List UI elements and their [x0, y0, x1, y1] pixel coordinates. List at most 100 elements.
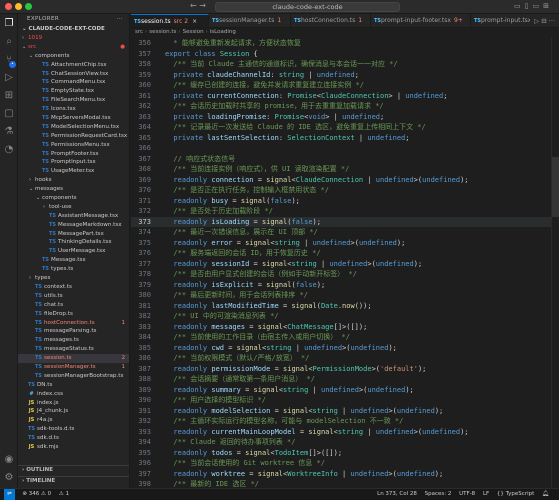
code-line[interactable]: 358 /** 当前 Claude 主通信的通道标识，确保消息与本会话一一对应 … — [131, 59, 551, 70]
remote-explorer-icon[interactable]: ▢ — [3, 108, 15, 120]
code-line[interactable]: 359 private claudeChannelId: string | un… — [131, 70, 551, 81]
code-line[interactable]: 364 /** 记录最近一次发送给 Claude 的 IDE 选区，避免重复上传… — [131, 122, 551, 133]
code-line[interactable]: 374 /** 最近一次错误信息，展示在 UI 顶部 */ — [131, 227, 551, 238]
file-item[interactable]: TS sdk-tools.d.ts — [18, 425, 129, 434]
file-item[interactable]: TS AssistantMessage.tsx — [18, 212, 129, 221]
code-line[interactable]: 379 readonly isExplicit = signal(false); — [131, 280, 551, 291]
folder-item[interactable]: › types — [18, 274, 129, 283]
file-item[interactable]: TS McpServersModal.tsx — [18, 114, 129, 123]
code-line[interactable]: 380 /** 最后更新时间，用于会话列表排序 */ — [131, 290, 551, 301]
cursor-position[interactable]: Ln 373, Col 28 — [377, 491, 417, 497]
encoding[interactable]: UTF-8 — [459, 491, 475, 497]
zoom-window-button[interactable] — [25, 3, 32, 10]
code-line[interactable]: 365 private lastSentSelection: Selection… — [131, 133, 551, 144]
close-window-button[interactable] — [5, 3, 12, 10]
code-line[interactable]: 397 readonly worktree = signal<WorktreeI… — [131, 469, 551, 480]
close-tab-icon[interactable]: × — [192, 18, 197, 25]
code-line[interactable]: 393 readonly currentMainLoopModel = sign… — [131, 427, 551, 438]
code-line[interactable]: 394 /** Claude 返回的待办事项列表 */ — [131, 437, 551, 448]
workspace-root[interactable]: ⌄ CLAUDE-CODE-EXT-CODE — [18, 25, 129, 34]
layout-icons[interactable]: ▭▯▭⊞ — [514, 2, 553, 10]
file-item[interactable]: TS fileDrop.ts — [18, 310, 129, 319]
file-item[interactable]: TS PermissionRequestCard.tsx — [18, 132, 129, 141]
folder-item[interactable]: › tool-use — [18, 203, 129, 212]
code-line[interactable]: 369 readonly connection = signal<ClaudeC… — [131, 175, 551, 186]
warnings-status[interactable]: ⚠ 1 — [59, 491, 69, 497]
code-line[interactable]: 390 /** 用户选择的模型标识 */ — [131, 395, 551, 406]
extensions-icon[interactable]: ⊞ — [3, 90, 15, 102]
folder-item[interactable]: › 1019 — [18, 34, 129, 43]
explorer-icon[interactable]: ❐ — [3, 18, 15, 30]
code-line[interactable]: 392 /** 主循环实际运行的模型名称，可能与 modelSelection … — [131, 416, 551, 427]
code-line[interactable]: 356 * 能够避免重新发起请求，方便状态恢复 — [131, 38, 551, 49]
code-line[interactable]: 362 /** 会话历史加载时共享的 promise，用于去重重复加载请求 */ — [131, 101, 551, 112]
file-item[interactable]: TS messageStatus.ts — [18, 345, 129, 354]
code-line[interactable]: 371 readonly busy = signal(false); — [131, 196, 551, 207]
folder-item[interactable]: ⌄ src ● — [18, 43, 129, 52]
chat-icon[interactable]: ◔ — [3, 144, 15, 156]
bell-icon[interactable]: 🔔︎ — [542, 491, 549, 497]
breadcrumb-item[interactable]: session.ts — [149, 29, 176, 35]
file-item[interactable]: TS FileSearchMenu.tsx — [18, 96, 129, 105]
file-item[interactable]: TS chat.ts — [18, 301, 129, 310]
more-actions-icon[interactable]: ··· — [117, 14, 123, 25]
file-item[interactable]: TS Icons.tsx — [18, 105, 129, 114]
code-line[interactable]: 383 readonly messages = signal<ChatMessa… — [131, 322, 551, 333]
editor-tab[interactable]: TS hostConnection.ts 1 — [291, 14, 371, 27]
breadcrumb-item[interactable]: src — [135, 29, 143, 35]
code-line[interactable]: 361 private currentConnection: Promise<C… — [131, 91, 551, 102]
code-line[interactable]: 382 /** UI 中的可渲染消息列表 */ — [131, 311, 551, 322]
code-line[interactable]: 368 /** 当前连接实例（响应式），供 UI 读取渲染配置 */ — [131, 164, 551, 175]
code-line[interactable]: 366 — [131, 143, 551, 154]
code-line[interactable]: 384 /** 当前使用的工作目录（由宿主传入或用户切换） */ — [131, 332, 551, 343]
code-line[interactable]: 387 readonly permissionMode = signal<Per… — [131, 364, 551, 375]
editor-tab[interactable]: TS session.ts src 2 × — [131, 14, 209, 27]
code-line[interactable]: 375 readonly error = signal<string | und… — [131, 238, 551, 249]
code-line[interactable]: 372 /** 是否处于历史加载阶段 */ — [131, 206, 551, 217]
run-debug-icon[interactable]: ▷ — [3, 72, 15, 84]
code-line[interactable]: 363 private loadingPromise: Promise<void… — [131, 112, 551, 123]
breadcrumb-item[interactable]: isLoading — [210, 29, 236, 35]
folder-item[interactable]: ⌄ components — [18, 52, 129, 61]
file-item[interactable]: TS sessionManagerBootstrap.ts — [18, 372, 129, 381]
minimize-window-button[interactable] — [15, 3, 22, 10]
file-item[interactable]: TS messageParsing.ts — [18, 327, 129, 336]
minimap-slider[interactable] — [552, 157, 559, 217]
account-icon[interactable]: ◉ — [3, 454, 15, 466]
code-line[interactable]: 367 // 响应式状态信号 — [131, 154, 551, 165]
file-item[interactable]: TS PermissionsMenu.tsx — [18, 141, 129, 150]
code-line[interactable]: 376 /** 服务端返回的会话 ID，用于恢复历史 */ — [131, 248, 551, 259]
file-item[interactable]: TS UsageMeter.tsx — [18, 167, 129, 176]
code-line[interactable]: 391 readonly modelSelection = signal<str… — [131, 406, 551, 417]
code-line[interactable]: 386 /** 当前权限模式（默认/严格/放宽） */ — [131, 353, 551, 364]
file-item[interactable]: TS utils.ts — [18, 292, 129, 301]
editor-tab[interactable]: TS sessionManager.ts 1 — [209, 14, 291, 27]
command-center-search[interactable]: claude-code-ext-code — [215, 2, 400, 12]
editor-actions[interactable]: ▷ ⊟ ··· — [530, 14, 555, 27]
code-line[interactable]: 381 readonly lastModifiedTime = signal(D… — [131, 301, 551, 312]
file-item[interactable]: TS CommandMenu.tsx — [18, 78, 129, 87]
file-item[interactable]: TS DN.ts — [18, 381, 129, 390]
file-item[interactable]: TS PromptInput.tsx — [18, 158, 129, 167]
language-mode[interactable]: {} TypeScript — [497, 491, 534, 497]
problems-status[interactable]: ⊗ 346 ⚠ 0 — [22, 491, 51, 497]
search-icon[interactable]: ⌕ — [3, 36, 15, 48]
minimap[interactable] — [551, 37, 559, 488]
file-item[interactable]: JS r4a.js — [18, 416, 129, 425]
file-item[interactable]: TS sessionManager.ts 1 — [18, 363, 129, 372]
line-ending[interactable]: LF — [483, 491, 489, 497]
file-item[interactable]: TS types.ts — [18, 265, 129, 274]
folder-item[interactable]: ⌄ messages — [18, 185, 129, 194]
editor-tab[interactable]: TS prompt-input-footer.tsx 9+ — [371, 14, 471, 27]
file-item[interactable]: TS context.ts — [18, 283, 129, 292]
code-line[interactable]: 377 readonly sessionId = signal<string |… — [131, 259, 551, 270]
outline-section[interactable]: › OUTLINE — [18, 465, 129, 474]
code-line[interactable]: 398 /** 最新的 IDE 选区 */ — [131, 479, 551, 488]
folder-item[interactable]: › hooks — [18, 176, 129, 185]
file-item[interactable]: TS MessagePart.tsx — [18, 230, 129, 239]
file-item[interactable]: TS AttachmentChip.tsx — [18, 61, 129, 70]
code-line[interactable]: 389 readonly summary = signal<string | u… — [131, 385, 551, 396]
file-item[interactable]: JS sdk.mjs — [18, 443, 129, 452]
file-item[interactable]: TS PromptFooter.tsx — [18, 150, 129, 159]
code-line[interactable]: 395 readonly todos = signal<TodoItem[]>(… — [131, 448, 551, 459]
